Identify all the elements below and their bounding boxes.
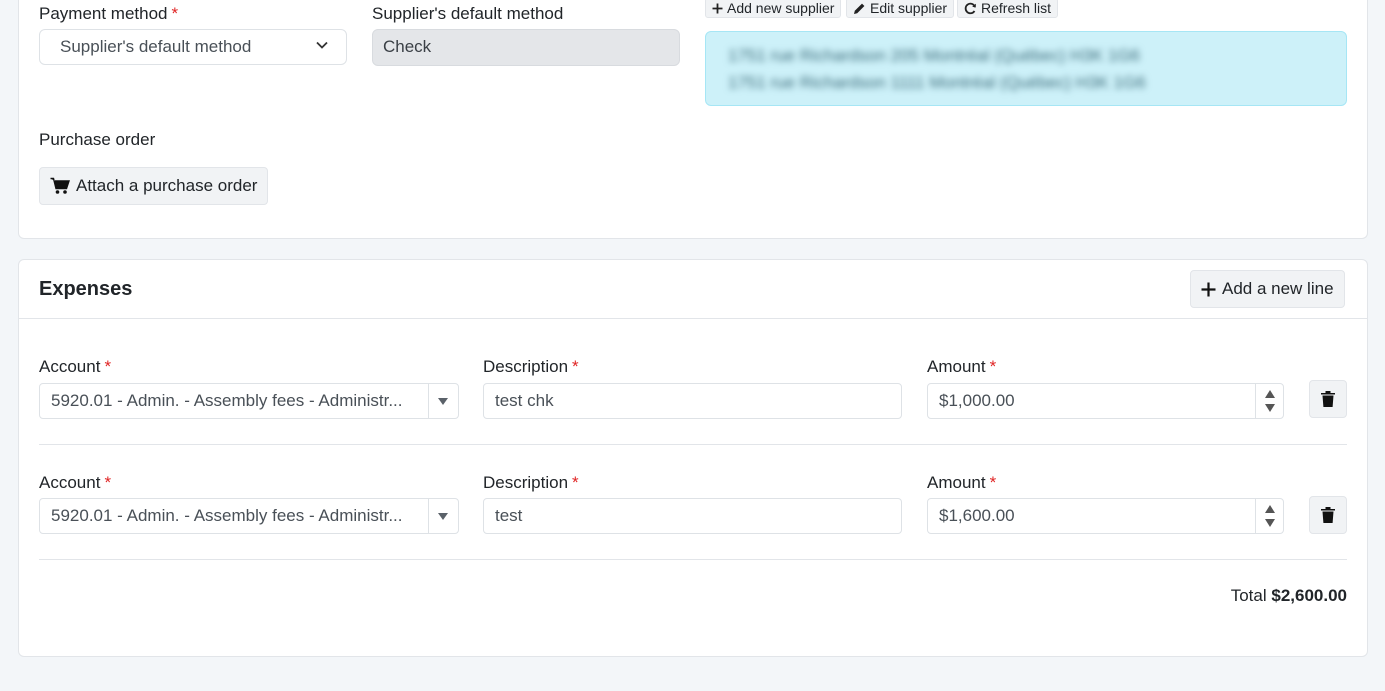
caret-down-icon <box>438 398 448 405</box>
account-dropdown-toggle[interactable] <box>428 384 458 418</box>
trash-icon <box>1321 391 1335 407</box>
refresh-icon <box>964 2 976 14</box>
description-label: Description * <box>483 357 579 376</box>
description-label: Description * <box>483 473 579 492</box>
pencil-icon <box>854 3 865 14</box>
amount-label: Amount * <box>927 357 997 376</box>
delete-line-button[interactable] <box>1309 380 1347 418</box>
expenses-title: Expenses <box>39 278 133 300</box>
card-header-divider <box>19 318 1367 319</box>
cart-icon <box>50 177 70 194</box>
address-line-2: 1751 rue Richardson 1111 Montréal (Québe… <box>728 73 1146 92</box>
account-value: 5920.01 - Admin. - Assembly fees - Admin… <box>51 391 403 410</box>
caret-down-icon <box>438 513 448 520</box>
refresh-list-button[interactable]: Refresh list <box>957 0 1059 18</box>
payment-method-value: Supplier's default method <box>60 37 252 56</box>
caret-down-icon <box>1265 519 1275 527</box>
amount-input[interactable]: $1,000.00 <box>927 383 1284 419</box>
chevron-down-icon <box>316 41 328 49</box>
supplier-default-method-field: Check <box>372 29 680 66</box>
line-divider <box>39 559 1347 560</box>
supplier-default-method-label: Supplier's default method <box>372 4 564 23</box>
amount-input[interactable]: $1,600.00 <box>927 498 1284 534</box>
caret-up-icon <box>1265 505 1275 513</box>
delete-line-button[interactable] <box>1309 496 1347 534</box>
line-divider <box>39 444 1347 445</box>
expenses-total: Total $2,600.00 <box>1231 586 1347 606</box>
supplier-address-box: 1751 rue Richardson 205 Montréal (Québec… <box>705 31 1347 106</box>
caret-up-icon <box>1265 390 1275 398</box>
account-select[interactable]: 5920.01 - Admin. - Assembly fees - Admin… <box>39 383 459 419</box>
total-label: Total <box>1230 586 1267 605</box>
account-dropdown-toggle[interactable] <box>428 499 458 533</box>
payment-method-select[interactable]: Supplier's default method <box>39 29 347 65</box>
edit-supplier-button[interactable]: Edit supplier <box>846 0 955 18</box>
amount-label: Amount * <box>927 473 997 492</box>
account-label: Account * <box>39 357 112 376</box>
description-input[interactable]: test <box>483 498 902 534</box>
address-line-1: 1751 rue Richardson 205 Montréal (Québec… <box>728 46 1141 65</box>
plus-icon <box>712 3 723 13</box>
amount-stepper[interactable] <box>1255 384 1283 418</box>
expenses-card: Expenses Add a new line Account * Descrip… <box>18 259 1368 657</box>
trash-icon <box>1321 507 1335 523</box>
description-input[interactable]: test chk <box>483 383 902 419</box>
amount-stepper[interactable] <box>1255 499 1283 533</box>
account-select[interactable]: 5920.01 - Admin. - Assembly fees - Admin… <box>39 498 459 534</box>
add-new-line-button[interactable]: Add a new line <box>1190 270 1345 308</box>
add-new-supplier-button[interactable]: Add new supplier <box>705 0 842 18</box>
attach-purchase-order-button[interactable]: Attach a purchase order <box>39 167 269 205</box>
payment-method-label: Payment method * <box>39 4 179 23</box>
total-value: $2,600.00 <box>1271 586 1347 605</box>
caret-down-icon <box>1265 404 1275 412</box>
purchase-order-label: Purchase order <box>39 130 156 149</box>
account-label: Account * <box>39 473 112 492</box>
account-value: 5920.01 - Admin. - Assembly fees - Admin… <box>51 506 403 525</box>
plus-icon <box>1201 282 1216 296</box>
amount-value: $1,000.00 <box>939 391 1015 410</box>
amount-value: $1,600.00 <box>939 506 1015 525</box>
supplier-card: Payment method * Supplier's default metho… <box>18 0 1368 239</box>
